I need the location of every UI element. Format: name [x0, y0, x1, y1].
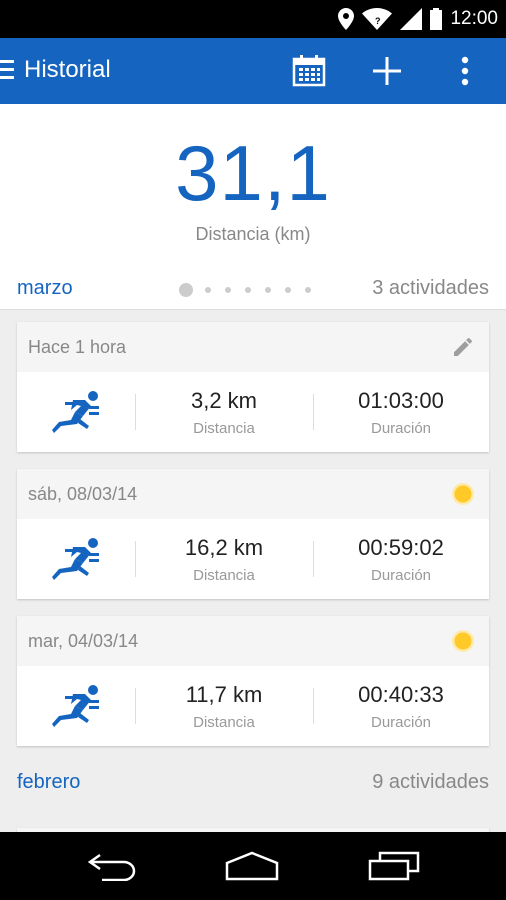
system-nav-bar	[0, 832, 506, 900]
page-dot-active	[179, 283, 193, 297]
month-header: febrero 9 actividades	[0, 768, 506, 798]
distance-stat: 16,2 km Distancia	[135, 535, 313, 584]
month-activity-count: 3 actividades	[372, 277, 489, 299]
distance-value: 11,7 km	[185, 682, 263, 707]
duration-label: Duración	[370, 567, 432, 584]
plus-icon	[373, 57, 401, 85]
location-icon	[338, 8, 355, 30]
activity-card-body: 3,2 km Distancia 01:03:00 Duración	[17, 372, 489, 452]
activity-card-body: 16,2 km Distancia 00:59:02 Duración	[17, 519, 489, 599]
activity-card[interactable]: mar, 04/03/14 11,7 km Distancia 00:40:33…	[17, 616, 489, 746]
page-indicator	[179, 283, 311, 297]
distance-stat: 11,7 km Distancia	[135, 682, 313, 731]
distance-value: 3,2 km	[190, 388, 258, 413]
home-icon	[225, 851, 279, 881]
activity-card[interactable]: sáb, 08/03/14 16,2 km Distancia 00:59:02…	[17, 469, 489, 599]
distance-stat: 3,2 km Distancia	[135, 388, 313, 437]
divider	[0, 309, 506, 310]
battery-icon	[430, 8, 443, 30]
running-icon	[52, 391, 99, 433]
month-activity-count: 9 actividades	[372, 771, 489, 793]
summary-panel[interactable]: 31,1 Distancia (km) marzo 3 actividades	[0, 104, 506, 310]
duration-value: 01:03:00	[358, 388, 444, 413]
page-dot	[285, 287, 291, 293]
more-vert-icon	[461, 56, 469, 86]
sun-icon	[452, 630, 474, 652]
month-name: marzo	[17, 277, 73, 299]
duration-label: Duración	[370, 420, 432, 437]
edit-icon[interactable]	[451, 335, 475, 359]
wifi-icon: ?	[362, 8, 393, 30]
sun-icon	[452, 483, 474, 505]
page-title[interactable]: Historial	[24, 56, 111, 84]
duration-label: Duración	[370, 714, 432, 731]
back-button[interactable]	[82, 846, 142, 886]
overflow-menu-button[interactable]	[444, 50, 486, 92]
month-header: marzo 3 actividades	[0, 274, 506, 304]
month-name: febrero	[17, 771, 81, 793]
app-bar: Historial	[0, 38, 506, 104]
page-dot	[225, 287, 231, 293]
activity-card[interactable]: Hace 1 hora 3,2 km Distancia 01:03:00 Du…	[17, 322, 489, 452]
status-bar: ? 12:00	[0, 0, 506, 38]
activity-date: Hace 1 hora	[28, 337, 127, 357]
activity-card-body: 11,7 km Distancia 00:40:33 Duración	[17, 666, 489, 746]
duration-value: 00:40:33	[358, 682, 444, 707]
page-dot	[265, 287, 271, 293]
svg-text:?: ?	[375, 16, 381, 26]
signal-icon	[400, 8, 423, 30]
page-dot	[305, 287, 311, 293]
running-icon	[52, 538, 99, 580]
home-button[interactable]	[222, 846, 282, 886]
page-dot	[245, 287, 251, 293]
running-icon	[52, 685, 99, 727]
total-distance-label: Distancia (km)	[195, 224, 311, 244]
activity-date: sáb, 08/03/14	[28, 484, 138, 504]
activity-card-header: mar, 04/03/14	[17, 616, 489, 666]
duration-stat: 00:40:33 Duración	[313, 682, 489, 731]
distance-label: Distancia	[193, 420, 255, 437]
recent-apps-icon	[368, 851, 420, 881]
menu-icon[interactable]	[0, 60, 14, 82]
total-distance-value: 31,1	[175, 129, 331, 217]
recent-apps-button[interactable]	[364, 846, 424, 886]
duration-stat: 01:03:00 Duración	[313, 388, 489, 437]
page-dot	[205, 287, 211, 293]
duration-stat: 00:59:02 Duración	[313, 535, 489, 584]
activity-card-header: sáb, 08/03/14	[17, 469, 489, 519]
status-time: 12:00	[450, 8, 498, 29]
duration-value: 00:59:02	[358, 535, 444, 560]
distance-label: Distancia	[193, 714, 255, 731]
add-activity-button[interactable]	[366, 50, 408, 92]
calendar-button[interactable]	[288, 50, 330, 92]
distance-label: Distancia	[193, 567, 255, 584]
activity-date: mar, 04/03/14	[28, 631, 139, 651]
back-icon	[87, 853, 136, 881]
activity-card-header: Hace 1 hora	[17, 322, 489, 372]
distance-value: 16,2 km	[184, 535, 264, 560]
calendar-icon	[292, 55, 326, 87]
